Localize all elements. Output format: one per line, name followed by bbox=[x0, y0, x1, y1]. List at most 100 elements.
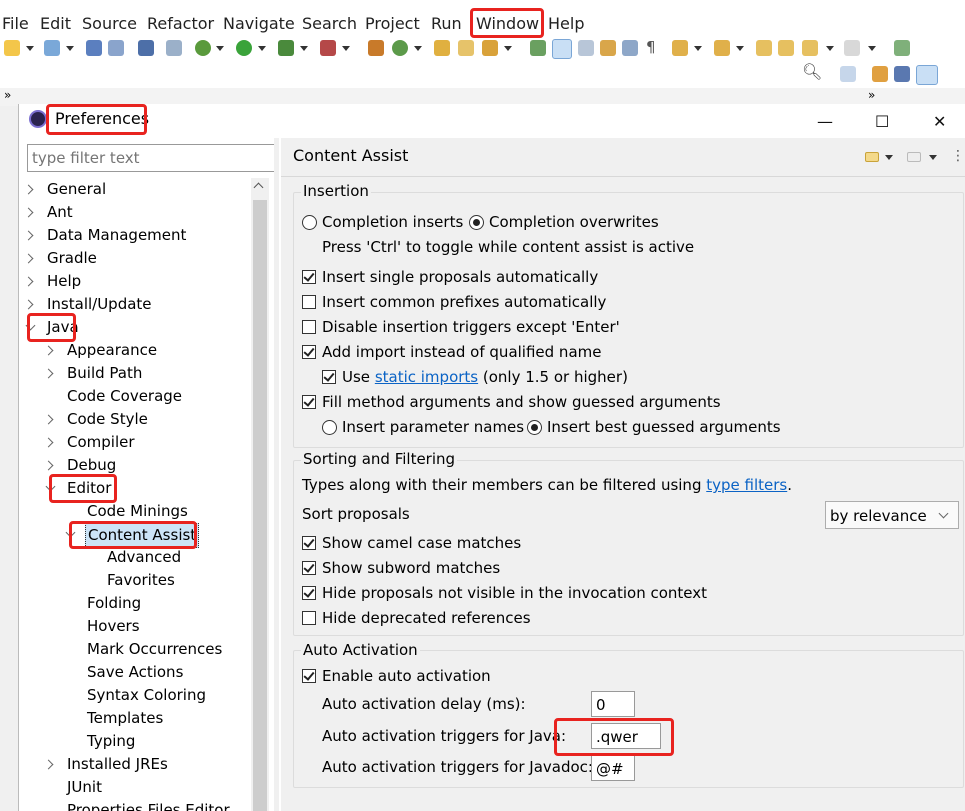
view-menu-icon[interactable]: ⋮ bbox=[951, 148, 965, 164]
checkbox[interactable] bbox=[302, 395, 316, 409]
open-type-icon[interactable] bbox=[434, 40, 450, 56]
menu-edit[interactable]: Edit bbox=[40, 14, 71, 33]
quick-access-search-icon[interactable]: 🔍︎ bbox=[802, 62, 822, 81]
forward-arrow-icon[interactable] bbox=[907, 152, 921, 162]
back-history-icon[interactable] bbox=[778, 40, 794, 56]
new-java-project-icon[interactable] bbox=[368, 40, 384, 56]
checkbox[interactable] bbox=[302, 270, 316, 284]
menu-refactor[interactable]: Refactor bbox=[147, 14, 214, 33]
checkbox[interactable] bbox=[302, 669, 316, 683]
view-overflow-icon[interactable]: » bbox=[4, 88, 11, 102]
chevron-down-icon[interactable] bbox=[694, 46, 702, 51]
back-icon[interactable] bbox=[802, 40, 818, 56]
radio-button[interactable] bbox=[469, 215, 484, 230]
chevron-right-icon[interactable] bbox=[43, 368, 54, 379]
radio-button[interactable] bbox=[302, 215, 317, 230]
save-all-icon[interactable] bbox=[108, 40, 124, 56]
checkbox[interactable] bbox=[302, 586, 316, 600]
chevron-down-icon[interactable] bbox=[736, 46, 744, 51]
pilcrow-icon[interactable]: ¶ bbox=[646, 38, 656, 56]
new-class-icon[interactable] bbox=[392, 40, 408, 56]
menu-navigate[interactable]: Navigate bbox=[223, 14, 295, 33]
chevron-down-icon[interactable] bbox=[868, 46, 876, 51]
chevron-down-icon[interactable] bbox=[885, 155, 893, 160]
menu-search[interactable]: Search bbox=[302, 14, 357, 33]
radio-button[interactable] bbox=[527, 420, 542, 435]
block-selection-icon[interactable] bbox=[578, 40, 594, 56]
chevron-right-icon[interactable] bbox=[23, 184, 34, 195]
show-whitespace-icon[interactable] bbox=[600, 40, 616, 56]
chevron-right-icon[interactable] bbox=[43, 460, 54, 471]
forward-icon[interactable] bbox=[844, 40, 860, 56]
chevron-down-icon[interactable] bbox=[66, 46, 74, 51]
chevron-down-icon[interactable] bbox=[258, 46, 266, 51]
chevron-down-icon[interactable] bbox=[826, 46, 834, 51]
console-icon[interactable] bbox=[138, 40, 154, 56]
word-wrap-icon[interactable] bbox=[622, 40, 638, 56]
menu-source[interactable]: Source bbox=[82, 14, 137, 33]
checkbox[interactable] bbox=[302, 561, 316, 575]
menu-project[interactable]: Project bbox=[365, 14, 420, 33]
chevron-right-icon[interactable] bbox=[43, 437, 54, 448]
sort-proposals-select[interactable]: by relevance bbox=[825, 501, 959, 529]
static-imports-link[interactable]: static imports bbox=[375, 368, 478, 386]
save-icon[interactable] bbox=[86, 40, 102, 56]
chevron-down-icon[interactable] bbox=[342, 46, 350, 51]
menu-file[interactable]: File bbox=[2, 14, 29, 33]
open-perspective-icon[interactable] bbox=[840, 66, 856, 82]
pane-divider[interactable] bbox=[274, 138, 279, 811]
checkbox[interactable] bbox=[302, 345, 316, 359]
external-tools-icon[interactable] bbox=[320, 40, 336, 56]
coverage-icon[interactable] bbox=[278, 40, 294, 56]
scrollbar-thumb[interactable] bbox=[253, 200, 267, 811]
checkbox[interactable] bbox=[302, 611, 316, 625]
chevron-down-icon[interactable] bbox=[504, 46, 512, 51]
chevron-down-icon[interactable] bbox=[26, 46, 34, 51]
java-perspective-icon[interactable] bbox=[916, 65, 938, 85]
debug-perspective-icon[interactable] bbox=[894, 66, 910, 82]
search-icon[interactable] bbox=[482, 40, 498, 56]
annotation-icon[interactable] bbox=[530, 40, 546, 56]
mark-occurrences-icon[interactable] bbox=[552, 39, 572, 59]
debug-icon[interactable] bbox=[195, 40, 211, 56]
chevron-right-icon[interactable] bbox=[23, 230, 34, 241]
chevron-right-icon[interactable] bbox=[43, 414, 54, 425]
next-annotation-icon[interactable] bbox=[672, 40, 688, 56]
chevron-right-icon[interactable] bbox=[23, 276, 34, 287]
menu-run[interactable]: Run bbox=[431, 14, 462, 33]
radio-button[interactable] bbox=[322, 420, 337, 435]
javadoc-triggers-input[interactable]: @# bbox=[591, 755, 635, 781]
chevron-down-icon[interactable] bbox=[414, 46, 422, 51]
menu-help[interactable]: Help bbox=[548, 14, 584, 33]
type-filters-link[interactable]: type filters bbox=[706, 476, 787, 494]
new-wizard-icon[interactable] bbox=[44, 40, 60, 56]
open-folder-icon[interactable] bbox=[458, 40, 474, 56]
view-overflow-icon[interactable]: » bbox=[868, 88, 875, 102]
tree-scrollbar[interactable] bbox=[251, 178, 269, 811]
previous-annotation-icon[interactable] bbox=[714, 40, 730, 56]
checkbox[interactable] bbox=[322, 370, 336, 384]
chevron-right-icon[interactable] bbox=[43, 759, 54, 770]
chevron-right-icon[interactable] bbox=[23, 299, 34, 310]
maximize-button[interactable]: ☐ bbox=[875, 112, 889, 131]
chevron-right-icon[interactable] bbox=[23, 253, 34, 264]
java-ee-perspective-icon[interactable] bbox=[872, 66, 888, 82]
chevron-right-icon[interactable] bbox=[23, 207, 34, 218]
minimize-button[interactable]: — bbox=[817, 112, 833, 131]
checkbox[interactable] bbox=[302, 295, 316, 309]
pin-editor-icon[interactable] bbox=[894, 40, 910, 56]
chevron-down-icon[interactable] bbox=[300, 46, 308, 51]
chevron-right-icon[interactable] bbox=[43, 345, 54, 356]
checkbox[interactable] bbox=[302, 536, 316, 550]
scroll-up-icon[interactable] bbox=[253, 182, 264, 193]
back-arrow-icon[interactable] bbox=[865, 152, 879, 162]
run-icon[interactable] bbox=[236, 40, 252, 56]
chevron-down-icon[interactable] bbox=[929, 155, 937, 160]
close-button[interactable]: ✕ bbox=[933, 112, 946, 131]
checkbox[interactable] bbox=[302, 320, 316, 334]
filter-input[interactable] bbox=[27, 144, 275, 172]
delay-input[interactable]: 0 bbox=[591, 691, 635, 717]
last-edit-icon[interactable] bbox=[756, 40, 772, 56]
new-icon[interactable] bbox=[4, 40, 20, 56]
skip-breakpoints-icon[interactable] bbox=[166, 40, 182, 56]
